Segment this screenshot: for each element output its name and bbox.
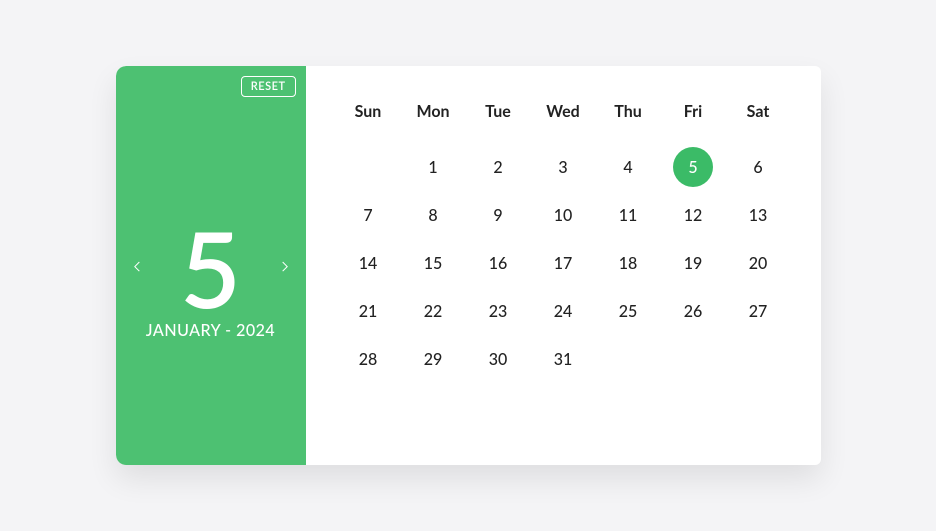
calendar-day-cell[interactable]: 16 [478, 243, 518, 283]
calendar-day-cell[interactable]: 11 [608, 195, 648, 235]
calendar-empty-cell [596, 335, 661, 383]
calendar-day-cell[interactable]: 17 [543, 243, 583, 283]
calendar-week-row: 28 29 30 31 [336, 335, 791, 383]
calendar-day-cell[interactable]: 29 [413, 339, 453, 379]
calendar-day-cell[interactable]: 6 [738, 147, 778, 187]
calendar-day-cell[interactable]: 5 [673, 147, 713, 187]
month-nav [116, 257, 306, 275]
calendar-table: SunMonTueWedThuFriSat 123456789101112131… [336, 102, 791, 383]
calendar-empty-cell [726, 335, 791, 383]
calendar-day-cell[interactable]: 8 [413, 195, 453, 235]
weekday-header: Fri [661, 102, 726, 143]
calendar-day-cell[interactable]: 26 [673, 291, 713, 331]
prev-month-button[interactable] [128, 257, 146, 275]
calendar-day-cell[interactable]: 30 [478, 339, 518, 379]
calendar-day-cell[interactable]: 28 [348, 339, 388, 379]
calendar-day-cell[interactable]: 14 [348, 243, 388, 283]
calendar-day-cell[interactable]: 27 [738, 291, 778, 331]
weekday-header: Wed [531, 102, 596, 143]
calendar-day-cell[interactable]: 15 [413, 243, 453, 283]
chevron-left-icon [130, 259, 144, 273]
calendar-day-cell[interactable]: 19 [673, 243, 713, 283]
calendar-week-row: 789 10 11 12 13 [336, 191, 791, 239]
calendar-day-cell[interactable]: 13 [738, 195, 778, 235]
calendar-day-cell[interactable]: 7 [348, 195, 388, 235]
weekday-header: Sun [336, 102, 401, 143]
calendar-day-cell[interactable]: 2 [478, 147, 518, 187]
calendar-day-cell[interactable]: 10 [543, 195, 583, 235]
calendar-day-cell[interactable]: 12 [673, 195, 713, 235]
calendar-day-cell[interactable]: 25 [608, 291, 648, 331]
chevron-right-icon [278, 259, 292, 273]
weekday-header: Tue [466, 102, 531, 143]
calendar-day-cell[interactable]: 21 [348, 291, 388, 331]
calendar-empty-cell [336, 143, 401, 191]
month-year-label: JANUARY - 2024 [146, 321, 275, 340]
weekday-header-row: SunMonTueWedThuFriSat [336, 102, 791, 143]
calendar-day-cell[interactable]: 22 [413, 291, 453, 331]
calendar-day-cell[interactable]: 20 [738, 243, 778, 283]
calendar-empty-cell [661, 335, 726, 383]
calendar-day-cell[interactable]: 24 [543, 291, 583, 331]
weekday-header: Mon [401, 102, 466, 143]
calendar-week-row: 21 22 23 24 25 26 27 [336, 287, 791, 335]
calendar-grid: SunMonTueWedThuFriSat 123456789101112131… [306, 66, 821, 465]
calendar-day-cell[interactable]: 3 [543, 147, 583, 187]
calendar-day-cell[interactable]: 1 [413, 147, 453, 187]
calendar-day-cell[interactable]: 23 [478, 291, 518, 331]
sidebar: RESET 5 JANUARY - 2024 [116, 66, 306, 465]
next-month-button[interactable] [276, 257, 294, 275]
calendar-week-row: 14 15 16 17 18 19 20 [336, 239, 791, 287]
calendar-day-cell[interactable]: 9 [478, 195, 518, 235]
calendar-day-cell[interactable]: 4 [608, 147, 648, 187]
weekday-header: Thu [596, 102, 661, 143]
weekday-header: Sat [726, 102, 791, 143]
calendar-week-row: 123456 [336, 143, 791, 191]
calendar-day-cell[interactable]: 31 [543, 339, 583, 379]
reset-button[interactable]: RESET [241, 76, 296, 97]
datepicker-card: RESET 5 JANUARY - 2024 SunMonTueWedThuFr… [116, 66, 821, 465]
calendar-day-cell[interactable]: 18 [608, 243, 648, 283]
